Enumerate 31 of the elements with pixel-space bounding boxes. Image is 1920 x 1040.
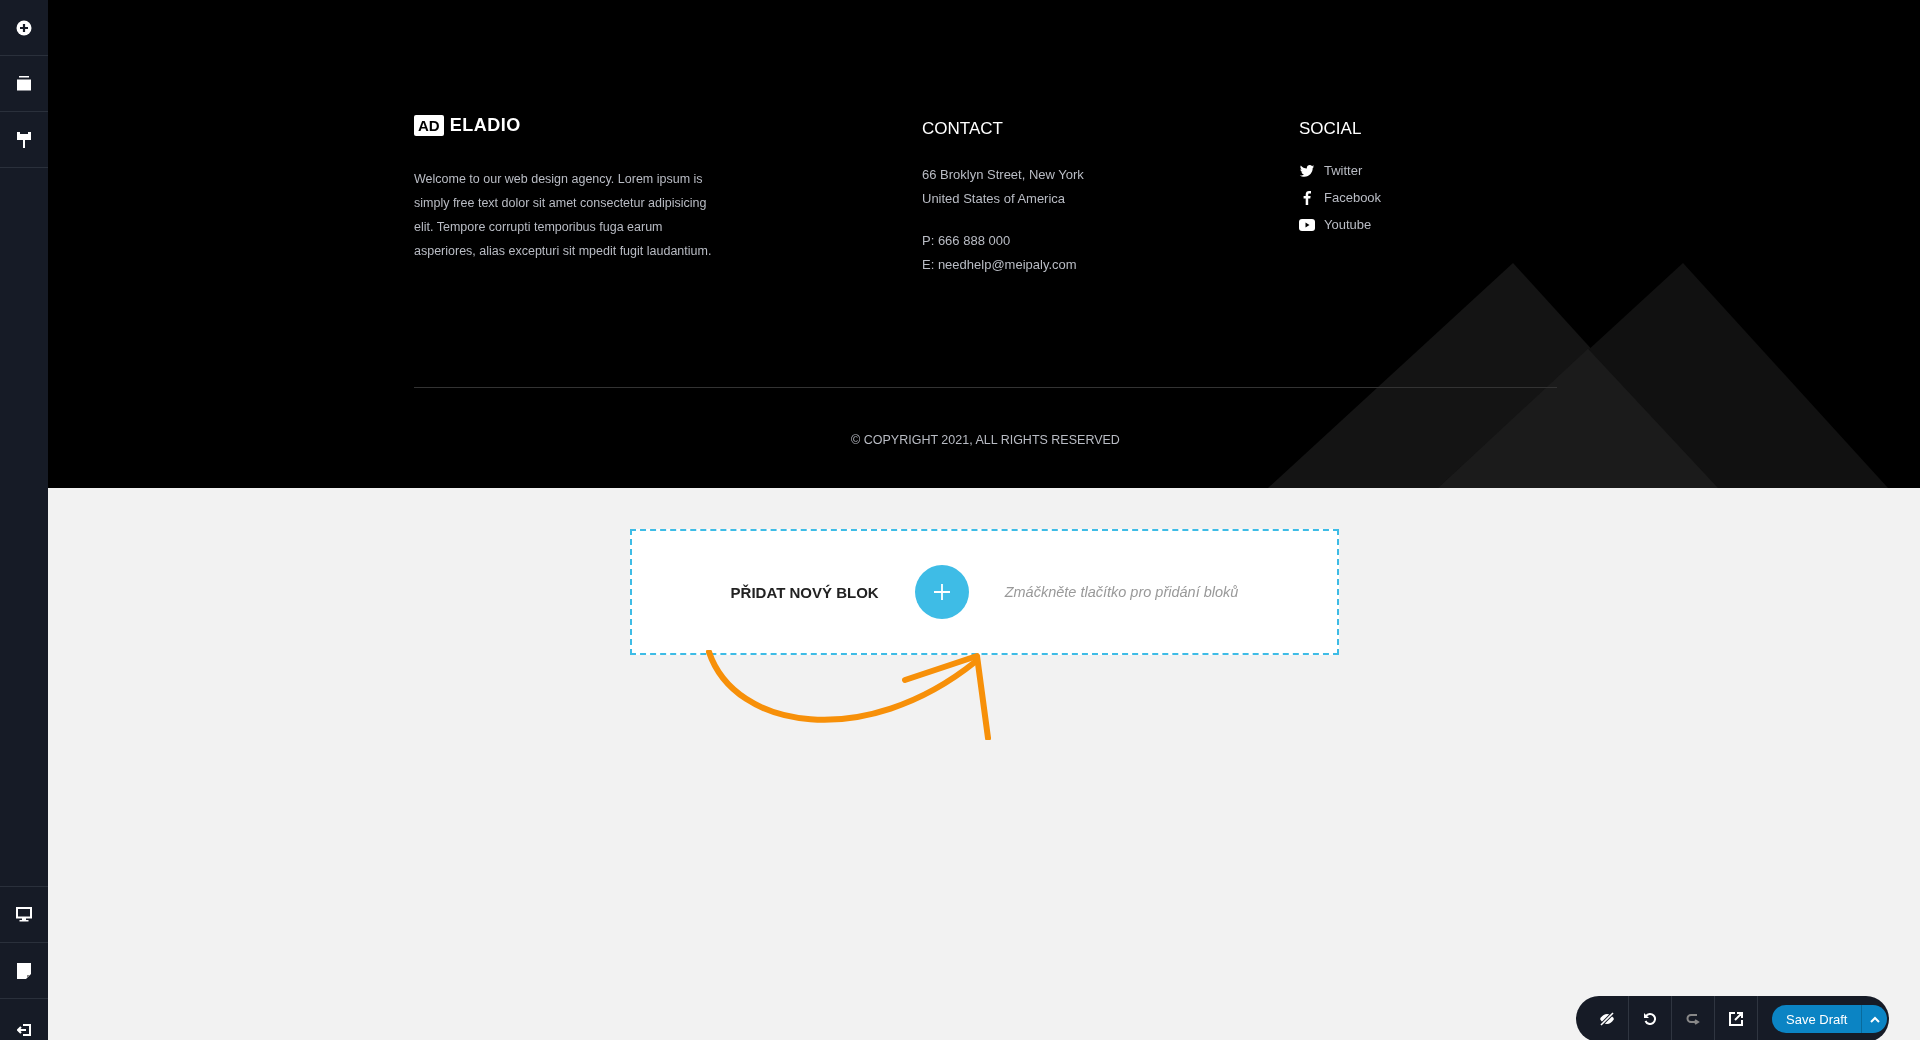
add-block-hint: Zmáčkněte tlačítko pro přidání bloků <box>1004 584 1239 600</box>
social-link[interactable]: Youtube <box>1324 217 1372 232</box>
save-options-button[interactable] <box>1861 1005 1888 1033</box>
phone-text: P: 666 888 000 <box>922 232 1012 250</box>
external-link-icon <box>1729 1012 1743 1026</box>
plus-icon <box>932 583 951 601</box>
box-icon <box>17 76 31 91</box>
save-draft-button[interactable]: Save Draft <box>1772 1005 1862 1033</box>
address-line: 66 Broklyn Street, New York <box>922 166 1085 184</box>
logo-text: ELADIO <box>449 115 521 136</box>
plus-circle-icon <box>16 19 32 36</box>
social-link[interactable]: Facebook <box>1324 190 1382 205</box>
copyright-text: © COPYRIGHT 2021, ALL RIGHTS RESERVED <box>851 433 1120 447</box>
contact-heading: CONTACT <box>922 119 1004 139</box>
paint-roller-icon <box>17 131 31 148</box>
undo-icon <box>1643 1012 1657 1026</box>
note-icon <box>17 962 31 979</box>
address-line: United States of America <box>922 190 1067 208</box>
eye-slash-icon <box>1599 1012 1615 1026</box>
social-heading: SOCIAL <box>1299 119 1363 139</box>
bird-icon <box>1299 164 1315 177</box>
redo-icon <box>1686 1012 1700 1026</box>
about-text: Welcome to our web design agency. Lorem ipsum is simply free text dolor sit amet consectetur adipisicing elit. Tempore corrupti temporibus fuga earum asperiores, alias excepturi sit mpedit fugit laudantium. <box>414 171 713 260</box>
exit-icon <box>17 1024 31 1036</box>
caret-up-icon <box>1869 1015 1880 1023</box>
logo-badge: AD <box>414 115 444 136</box>
email-text: E: needhelp@meipaly.com <box>922 256 1078 274</box>
add-block-title: PŘIDAT NOVÝ BLOK <box>730 583 879 601</box>
social-link[interactable]: Twitter <box>1324 163 1363 178</box>
monitor-icon <box>16 907 32 922</box>
play-button-icon <box>1299 218 1315 231</box>
